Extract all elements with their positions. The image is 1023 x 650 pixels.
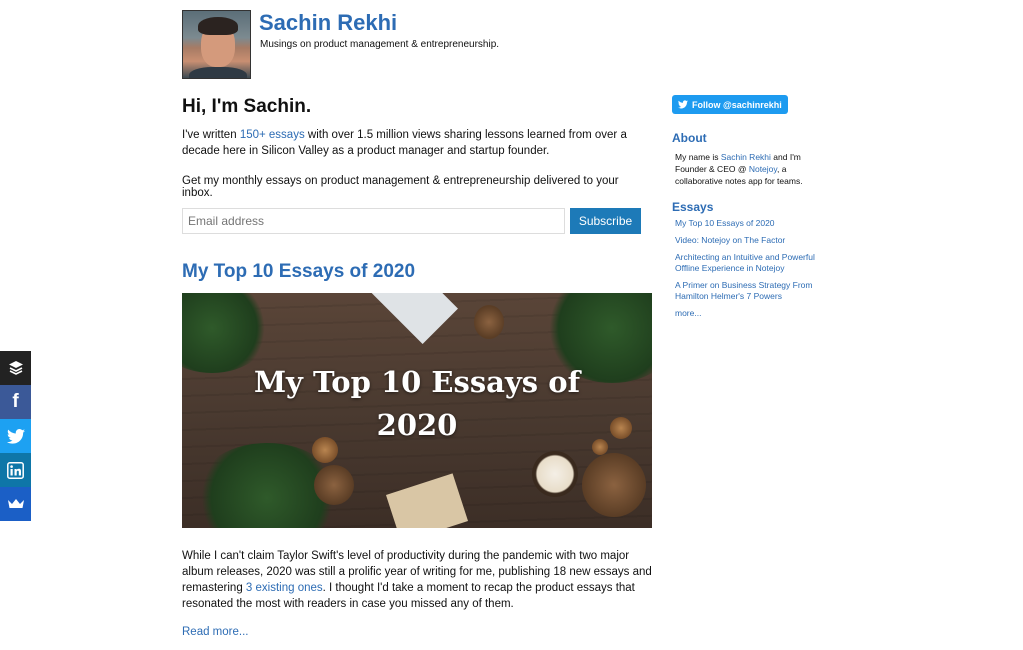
- sumo-share-button[interactable]: [0, 487, 31, 521]
- author-name-link[interactable]: Sachin Rekhi: [721, 152, 771, 162]
- more-essays-link[interactable]: more...: [675, 308, 701, 318]
- site-header: Sachin Rekhi Musings on product manageme…: [182, 10, 782, 80]
- twitter-share-button[interactable]: [0, 419, 31, 453]
- essay-link[interactable]: A Primer on Business Strategy From Hamil…: [675, 280, 812, 301]
- candle-decoration: [532, 451, 578, 497]
- site-tagline: Musings on product management & entrepre…: [260, 39, 500, 50]
- subscribe-button[interactable]: Subscribe: [570, 208, 641, 234]
- facebook-share-button[interactable]: f: [0, 385, 31, 419]
- essay-link[interactable]: Architecting an Intuitive and Powerful O…: [675, 252, 815, 273]
- gift-decoration: [385, 473, 469, 528]
- post-featured-image[interactable]: My Top 10 Essays of 2020: [182, 293, 652, 528]
- read-more-link[interactable]: Read more...: [182, 626, 248, 638]
- essays-list: My Top 10 Essays of 2020 Video: Notejoy …: [672, 218, 832, 319]
- post-title-link[interactable]: My Top 10 Essays of 2020: [182, 261, 652, 283]
- pinecone-decoration: [474, 305, 504, 339]
- about-text: My name is Sachin Rekhi and I'm Founder …: [672, 151, 832, 187]
- essay-list-item: more...: [675, 308, 832, 319]
- envelope-decoration: [366, 293, 458, 344]
- intro-text-start: I've written: [182, 129, 240, 141]
- post-excerpt: While I can't claim Taylor Swift's level…: [182, 548, 652, 612]
- author-avatar[interactable]: [182, 10, 251, 79]
- social-share-bar: f: [0, 351, 31, 521]
- notejoy-link[interactable]: Notejoy: [749, 164, 777, 174]
- about-text-start: My name is: [675, 152, 721, 162]
- essay-list-item: My Top 10 Essays of 2020: [675, 218, 832, 229]
- essays-heading: Essays: [672, 200, 714, 214]
- essay-list-item: Architecting an Intuitive and Powerful O…: [675, 252, 832, 274]
- intro-heading: Hi, I'm Sachin.: [182, 96, 312, 117]
- twitter-follow-button[interactable]: Follow @sachinrekhi: [672, 95, 788, 114]
- about-heading: About: [672, 131, 707, 145]
- essay-link[interactable]: My Top 10 Essays of 2020: [675, 218, 775, 228]
- main-content: Hi, I'm Sachin. I've written 150+ essays…: [182, 96, 652, 640]
- essay-list-item: Video: Notejoy on The Factor: [675, 235, 832, 246]
- site-title-link[interactable]: Sachin Rekhi: [259, 10, 397, 36]
- linkedin-share-button[interactable]: [0, 453, 31, 487]
- twitter-icon: [6, 428, 25, 444]
- email-input[interactable]: [182, 208, 565, 234]
- subscribe-prompt: Get my monthly essays on product managem…: [182, 175, 619, 199]
- pinecone-decoration: [314, 465, 354, 505]
- pine-decoration: [182, 293, 272, 373]
- sumo-crown-icon: [7, 499, 24, 508]
- pinecone-decoration: [582, 453, 646, 517]
- subscribe-form: Subscribe: [182, 208, 652, 234]
- buffer-share-button[interactable]: [0, 351, 31, 385]
- linkedin-icon: [7, 461, 24, 479]
- essays-count-link[interactable]: 150+ essays: [240, 129, 305, 141]
- intro-paragraph: I've written 150+ essays with over 1.5 m…: [182, 127, 652, 159]
- essay-list-item: A Primer on Business Strategy From Hamil…: [675, 280, 832, 302]
- essay-link[interactable]: Video: Notejoy on The Factor: [675, 235, 785, 245]
- existing-essays-link[interactable]: 3 existing ones: [246, 582, 323, 594]
- sidebar: Follow @sachinrekhi About My name is Sac…: [672, 95, 832, 325]
- image-caption-line2: 2020: [376, 408, 458, 442]
- follow-label: Follow @sachinrekhi: [692, 99, 782, 110]
- twitter-bird-icon: [678, 100, 688, 109]
- image-caption-line1: My Top 10 Essays of: [253, 365, 581, 399]
- buffer-icon: [8, 361, 23, 375]
- facebook-icon: f: [12, 391, 19, 412]
